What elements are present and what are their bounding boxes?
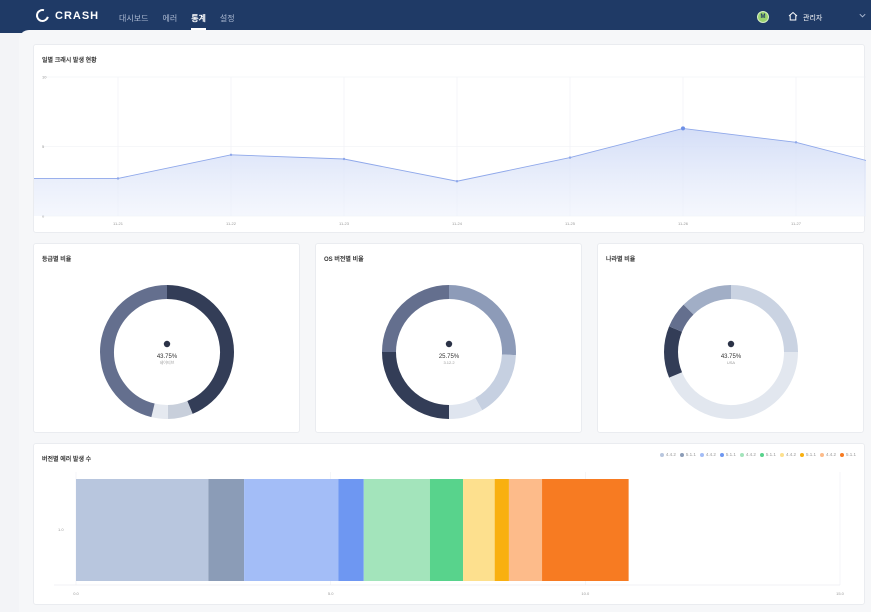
os-ratio-donut: 25.75%3.12.2 xyxy=(382,285,516,419)
os-ratio-card: OS 버전별 비율 25.75% 3.12.2 xyxy=(315,243,582,433)
data-point xyxy=(568,156,572,159)
version-error-chart: 0.0 5.0 10.0 15.0 1.0 xyxy=(54,472,845,596)
area-fill xyxy=(34,128,866,216)
donut-slice xyxy=(167,400,193,419)
data-point xyxy=(229,153,233,157)
top-navbar: CRASH 대시보드 에러 통계 설정 M 관리자 xyxy=(0,0,871,33)
nav-settings[interactable]: 설정 xyxy=(220,13,235,24)
daily-crash-chart: 051011-2111-2211-2311-2411-2511-2611-27 xyxy=(34,75,866,226)
donut-slice xyxy=(448,285,516,356)
country-ratio-card: 나라별 비율 43.75% USA xyxy=(597,243,864,433)
bar-segment xyxy=(508,479,543,581)
daily-crash-card: 일별 크래시 발생 현황 051011-2111-2211-2311-2411-… xyxy=(33,44,866,233)
version-error-card: 버전별 에러 발생 수 4.4.2 5.1.1 4.4.2 5.1.1 4.4.2 5.1… xyxy=(33,443,865,605)
center-dot xyxy=(445,340,453,348)
donut-label: 네이티브 xyxy=(160,359,175,365)
bar-segment xyxy=(494,479,509,581)
x-tick-label: 11-22 xyxy=(226,221,237,226)
data-point xyxy=(794,141,798,144)
nav-dashboard[interactable]: 대시보드 xyxy=(119,13,148,24)
x-tick-label: 0.0 xyxy=(73,591,79,596)
x-tick-label: 11-25 xyxy=(565,221,576,226)
bar-segment xyxy=(208,479,245,581)
grade-ratio-card: 등급별 비율 43.75% 네이티브 xyxy=(33,243,300,433)
avatar[interactable]: M xyxy=(757,11,769,23)
bar-segment xyxy=(244,479,339,581)
x-tick-label: 11-26 xyxy=(678,221,689,226)
main-nav: 대시보드 에러 통계 설정 xyxy=(119,13,235,30)
x-tick-label: 5.0 xyxy=(328,591,334,596)
grade-ratio-donut: 43.75%네이티브 xyxy=(100,285,234,419)
x-tick-label: 11-27 xyxy=(791,221,802,226)
donut-slice xyxy=(730,285,798,353)
bar-segment xyxy=(76,479,209,581)
bar-segment xyxy=(338,479,364,581)
bar-segment xyxy=(463,479,495,581)
x-tick-label: 11-24 xyxy=(452,221,463,226)
donut-slice xyxy=(382,285,450,353)
center-dot xyxy=(727,340,735,348)
donut-slice xyxy=(166,285,234,414)
country-ratio-donut: 43.75%USA xyxy=(664,285,798,419)
donut-label: USA xyxy=(727,360,736,365)
donut-slice xyxy=(382,351,450,419)
center-dot xyxy=(163,340,171,348)
donut-slice xyxy=(664,326,683,378)
x-tick-label: 11-21 xyxy=(113,221,124,226)
bar-segment xyxy=(429,479,464,581)
donut-slice xyxy=(100,285,168,418)
highlight-point xyxy=(681,126,685,131)
logo-icon xyxy=(33,6,52,25)
y-tick-label: 10 xyxy=(42,75,47,80)
data-point xyxy=(455,180,459,183)
y-category-label: 1.0 xyxy=(58,527,64,532)
chevron-down-icon[interactable] xyxy=(858,11,867,20)
donut-slice xyxy=(475,354,516,411)
donut-slice xyxy=(669,304,694,333)
donut-slice xyxy=(448,397,483,419)
data-point xyxy=(116,177,120,180)
data-point xyxy=(342,157,346,161)
bar-segment xyxy=(363,479,430,581)
nav-errors[interactable]: 에러 xyxy=(162,13,177,24)
logo-text: CRASH xyxy=(55,9,100,22)
x-tick-label: 15.0 xyxy=(836,591,845,596)
donut-slice xyxy=(151,403,169,419)
home-icon[interactable] xyxy=(788,11,798,21)
x-tick-label: 11-23 xyxy=(339,221,350,226)
bar-segment xyxy=(542,479,629,581)
donut-label: 3.12.2 xyxy=(443,360,455,365)
nav-statistics[interactable]: 통계 xyxy=(191,13,206,30)
x-tick-label: 10.0 xyxy=(581,591,590,596)
user-name[interactable]: 관리자 xyxy=(803,13,822,23)
app-logo[interactable]: CRASH xyxy=(33,6,100,25)
donut-slice xyxy=(683,285,732,315)
